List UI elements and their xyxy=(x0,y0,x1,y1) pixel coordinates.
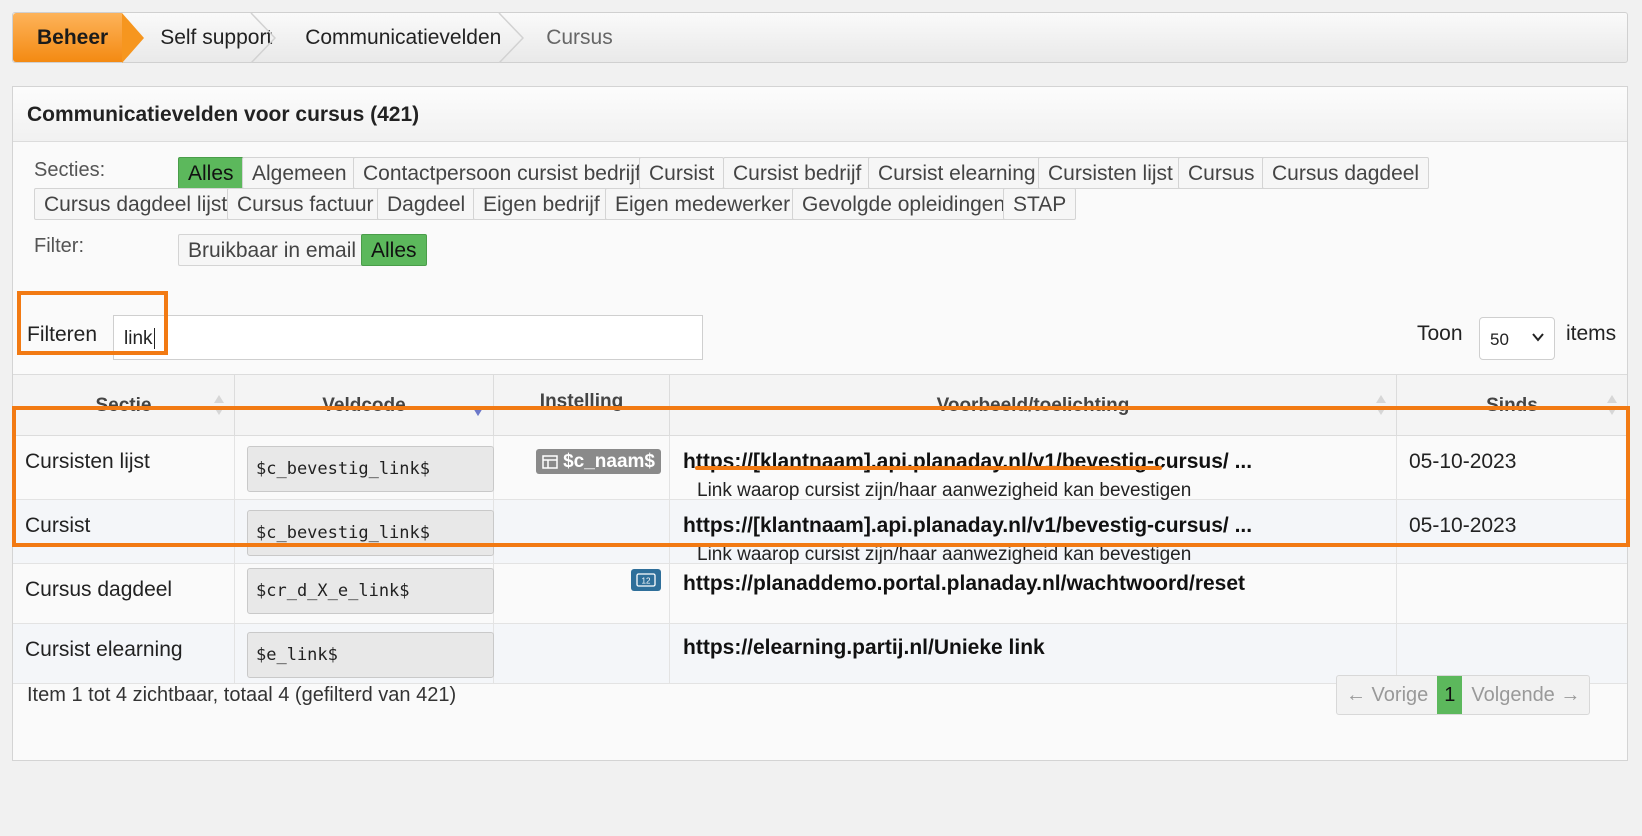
section-tag-cursist[interactable]: Cursist xyxy=(639,157,725,189)
example-url: https://[klantnaam].api.planaday.nl/v1/b… xyxy=(683,450,1253,473)
cell-sectie: Cursist xyxy=(13,500,235,563)
field-code[interactable]: $cr_d_X_e_link$ xyxy=(247,568,494,614)
filter-tag-alles[interactable]: Alles xyxy=(361,234,427,266)
breadcrumb-label: Communicatievelden xyxy=(305,25,502,49)
chevron-down-icon xyxy=(1532,333,1544,342)
calendar-badge-icon: 12 xyxy=(631,569,661,591)
sort-icon xyxy=(1376,395,1386,415)
example-description: Link waarop cursist zijn/haar aanwezighe… xyxy=(697,544,1192,565)
panel-title: Communicatievelden voor cursus (421) xyxy=(13,87,1627,142)
calendar-icon-number: 12 xyxy=(642,577,651,586)
table-summary: Item 1 tot 4 zichtbaar, totaal 4 (gefilt… xyxy=(27,684,457,706)
column-instelling: Instelling xyxy=(494,375,670,437)
section-tag-cursus-dagdeel-lijst[interactable]: Cursus dagdeel lijst xyxy=(34,188,238,220)
example-url: https://planaddemo.portal.planaday.nl/wa… xyxy=(683,572,1246,595)
section-tag-cursus-factuur[interactable]: Cursus factuur xyxy=(227,188,384,220)
example-url: https://elearning.partij.nl/Unieke link xyxy=(683,636,1045,659)
cell-sinds xyxy=(1397,564,1627,623)
column-label: Veldcode xyxy=(322,395,406,416)
page-size-prefix: Toon xyxy=(1417,322,1463,345)
section-tag-eigen-bedrijf[interactable]: Eigen bedrijf xyxy=(473,188,610,220)
section-tag-cursus-dagdeel[interactable]: Cursus dagdeel xyxy=(1262,157,1430,189)
table-row[interactable]: Cursus dagdeel $cr_d_X_e_link$ 12 https:… xyxy=(13,564,1627,624)
setting-badge: $c_naam$ xyxy=(536,449,661,474)
search-input[interactable]: link xyxy=(113,315,703,360)
cell-sinds: 05-10-2023 xyxy=(1409,450,1517,473)
search-input-value: link xyxy=(124,328,153,349)
column-sectie[interactable]: Sectie xyxy=(13,375,235,437)
description-underline xyxy=(695,466,1162,470)
prev-page-button[interactable]: ← Vorige xyxy=(1337,676,1437,714)
cell-sectie: Cursist elearning xyxy=(13,624,235,683)
breadcrumb-self-support[interactable]: Self support xyxy=(122,13,277,63)
page-size-suffix: items xyxy=(1566,322,1617,345)
table-row[interactable]: Cursist $c_bevestig_link$ https://[klant… xyxy=(13,500,1627,565)
sections-label: Secties: xyxy=(34,159,106,181)
page-size-select[interactable]: 50 xyxy=(1479,317,1555,360)
field-code[interactable]: $e_link$ xyxy=(247,632,494,678)
section-tag-cursist-bedrijf[interactable]: Cursist bedrijf xyxy=(723,157,872,189)
sort-icon xyxy=(1607,395,1617,415)
filter-label: Filter: xyxy=(34,235,84,257)
example-description: Link waarop cursist zijn/haar aanwezighe… xyxy=(697,480,1192,501)
column-label: Sectie xyxy=(95,395,152,416)
column-veldcode[interactable]: Veldcode xyxy=(235,375,494,437)
table-header: Sectie Veldcode Instelling Voorbeeld/toe… xyxy=(13,374,1627,437)
next-page-button[interactable]: Volgende → xyxy=(1462,676,1589,714)
section-tag-cursist-elearning[interactable]: Cursist elearning xyxy=(868,157,1046,189)
pagination: ← Vorige 1 Volgende → xyxy=(1336,675,1591,715)
column-label: Sinds xyxy=(1486,395,1538,416)
breadcrumb-cursus: Cursus xyxy=(546,25,613,49)
page-1-button[interactable]: 1 xyxy=(1437,676,1463,714)
breadcrumb-beheer[interactable]: Beheer xyxy=(13,13,145,63)
breadcrumb-communicatievelden[interactable]: Communicatievelden xyxy=(276,13,525,63)
cell-sectie: Cursisten lijst xyxy=(13,436,235,499)
sort-desc-icon xyxy=(473,407,483,417)
section-tag-algemeen[interactable]: Algemeen xyxy=(242,157,357,189)
sort-icon xyxy=(214,395,224,415)
cell-instelling xyxy=(494,500,670,563)
breadcrumb: Beheer Self support Communicatievelden C… xyxy=(12,12,1628,63)
section-tag-gevolgde-opleidingen[interactable]: Gevolgde opleidingen xyxy=(792,188,1016,220)
fields-panel: Communicatievelden voor cursus (421) Sec… xyxy=(12,86,1628,761)
section-tag-stap[interactable]: STAP xyxy=(1003,188,1077,220)
search-label: Filteren xyxy=(27,323,98,346)
cell-sinds: 05-10-2023 xyxy=(1409,514,1517,537)
section-tag-cursisten-lijst[interactable]: Cursisten lijst xyxy=(1038,157,1183,189)
section-tag-cursus[interactable]: Cursus xyxy=(1178,157,1265,189)
field-code[interactable]: $c_bevestig_link$ xyxy=(247,510,494,556)
column-sinds[interactable]: Sinds xyxy=(1397,375,1627,437)
column-voorbeeld[interactable]: Voorbeeld/toelichting xyxy=(670,375,1397,437)
field-code[interactable]: $c_bevestig_link$ xyxy=(247,446,494,492)
section-tag-dagdeel[interactable]: Dagdeel xyxy=(377,188,476,220)
filter-tag-bruikbaar-in-email[interactable]: Bruikbaar in email xyxy=(178,234,367,266)
example-url: https://[klantnaam].api.planaday.nl/v1/b… xyxy=(683,514,1253,537)
table-icon xyxy=(542,455,558,469)
cell-sectie: Cursus dagdeel xyxy=(13,564,235,623)
fields-table: Sectie Veldcode Instelling Voorbeeld/toe… xyxy=(13,374,1627,684)
section-tag-eigen-medewerker[interactable]: Eigen medewerker xyxy=(605,188,801,220)
chevron-separator-icon xyxy=(498,13,525,63)
section-tag-alles[interactable]: Alles xyxy=(178,157,244,189)
calendar-icon: 12 xyxy=(636,573,656,587)
chevron-separator-icon xyxy=(250,13,277,63)
column-label: Voorbeeld/toelichting xyxy=(936,395,1130,416)
section-tag-contactpersoon[interactable]: Contactpersoon cursist bedrijf xyxy=(353,157,651,189)
setting-badge-label: $c_naam$ xyxy=(563,451,655,472)
page-size-value: 50 xyxy=(1490,330,1509,349)
cell-instelling xyxy=(494,624,670,683)
